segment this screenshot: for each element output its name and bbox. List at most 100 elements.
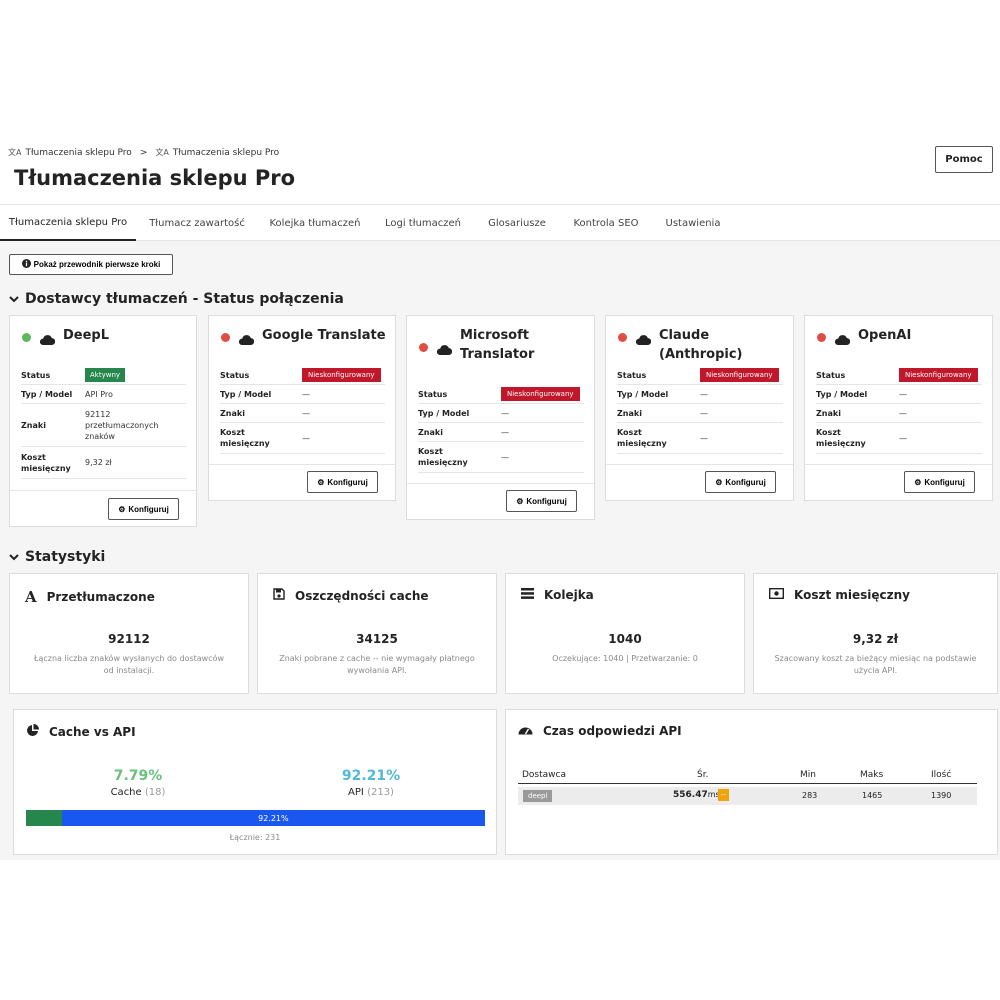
translate-icon: 文A	[8, 148, 22, 157]
tab-dashboard[interactable]: Tłumaczenia sklepu Pro	[0, 205, 136, 241]
label-model: Typ / Model	[418, 408, 470, 418]
provider-header: Claude (Anthropic)	[618, 326, 785, 364]
breadcrumb-item[interactable]: Tłumaczenia sklepu Pro	[25, 148, 131, 158]
stat-header: Koszt miesięczny	[768, 587, 910, 602]
provider-footer: ⚙ Konfiguruj	[10, 490, 196, 526]
cache-summary: 7.79% Cache (18)	[78, 768, 198, 798]
label-chars: Znaki	[816, 408, 841, 418]
configure-button[interactable]: ⚙ Konfiguruj	[506, 490, 577, 512]
help-button[interactable]: Pomoc	[935, 146, 993, 173]
label-status: Status	[220, 370, 250, 380]
save-icon	[273, 588, 285, 603]
stat-title: Oszczędności cache	[295, 588, 429, 603]
count-value: 1390	[931, 791, 952, 800]
label-cost: Koszt miesięczny	[816, 428, 866, 448]
cache-vs-api-card: Cache vs API 7.79% Cache (18) 92.21% API…	[13, 709, 497, 855]
response-time-card: Czas odpowiedzi API Dostawca Śr. Min Mak…	[505, 709, 998, 855]
tab-bar: Tłumaczenia sklepu Pro Tłumacz zawartość…	[0, 204, 1000, 241]
label-chars: Znaki	[21, 420, 46, 430]
provider-name: Microsoft Translator	[460, 328, 535, 362]
cloud-icon	[39, 330, 56, 349]
breadcrumb: 文A Tłumaczenia sklepu Pro > 文A Tłumaczen…	[8, 147, 279, 158]
chevron-down-icon	[9, 549, 19, 565]
stat-value: 92112	[108, 632, 150, 646]
stat-description: Znaki pobrane z cache -- nie wymagały pł…	[279, 654, 475, 675]
stats-section-header[interactable]: Statystyki	[9, 549, 105, 565]
card-title: Cache vs API	[49, 725, 136, 739]
chars-value: —	[501, 427, 509, 437]
stat-title: Kolejka	[544, 588, 594, 602]
chars-value: 92112 przetłumaczonych znaków	[85, 409, 159, 441]
stat-card-translated: A Przetłumaczone 92112 Łączna liczba zna…	[9, 573, 249, 694]
chevron-down-icon	[9, 291, 19, 307]
cost-value: —	[899, 433, 907, 443]
card-title: Czas odpowiedzi API	[543, 724, 682, 738]
cache-count: (18)	[144, 787, 166, 798]
col-provider: Dostawca	[522, 770, 566, 780]
provider-details: Status Nieskonfigurowany Typ / Model — Z…	[220, 366, 385, 454]
label-status: Status	[418, 389, 448, 399]
model-value: API Pro	[85, 389, 113, 399]
pie-chart-icon	[26, 724, 39, 740]
providers-section-header[interactable]: Dostawcy tłumaczeń - Status połączenia	[9, 291, 344, 307]
cost-value: —	[302, 433, 310, 443]
provider-badge: deepl	[523, 790, 553, 802]
tab-glossaries[interactable]: Glosariusze	[478, 205, 556, 241]
min-value: 283	[802, 791, 818, 800]
provider-name: DeepL	[63, 328, 110, 343]
model-value: —	[302, 389, 310, 399]
card-header: Czas odpowiedzi API	[518, 724, 682, 738]
gear-icon: ⚙	[914, 477, 922, 487]
breadcrumb-item[interactable]: Tłumaczenia sklepu Pro	[173, 148, 279, 158]
row-chars: Znaki —	[220, 404, 385, 423]
cost-value: 9,32 zł	[85, 458, 112, 467]
row-model: Typ / Model —	[220, 385, 385, 404]
provider-footer: ⚙ Konfiguruj	[209, 464, 395, 500]
provider-name: Claude (Anthropic)	[659, 328, 743, 362]
label-cost: Koszt miesięczny	[418, 447, 468, 467]
provider-footer: ⚙ Konfiguruj	[805, 464, 992, 500]
cloud-icon	[834, 330, 851, 349]
table-row: deepl 556.47ms -- 283 1465 1390	[518, 787, 977, 805]
status-dot	[618, 333, 627, 342]
row-cost: Koszt miesięczny —	[617, 423, 783, 454]
stat-header: Kolejka	[521, 588, 594, 602]
configure-button[interactable]: ⚙ Konfiguruj	[108, 498, 179, 520]
stat-description: Szacowany koszt za bieżący miesiąc na po…	[774, 654, 977, 675]
configure-button[interactable]: ⚙ Konfiguruj	[705, 471, 776, 493]
guide-button-label: Pokaż przewodnik pierwsze kroki	[33, 260, 161, 269]
tab-logs[interactable]: Logi tłumaczeń	[378, 205, 468, 241]
col-count: Ilość	[931, 770, 952, 780]
provider-header: Google Translate	[221, 326, 387, 349]
tab-settings[interactable]: Ustawienia	[656, 205, 730, 241]
cost-value: —	[501, 452, 509, 462]
row-model: Typ / Model —	[617, 385, 783, 404]
guide-button[interactable]: Pokaż przewodnik pierwsze kroki	[9, 254, 173, 275]
gear-icon: ⚙	[118, 504, 126, 514]
status-badge: Nieskonfigurowany	[700, 368, 779, 382]
configure-button[interactable]: ⚙ Konfiguruj	[904, 471, 975, 493]
label-model: Typ / Model	[220, 389, 272, 399]
row-chars: Znaki —	[418, 423, 584, 442]
tab-translate-content[interactable]: Tłumacz zawartość	[140, 205, 254, 241]
provider-card-claude: Claude (Anthropic) Status Nieskonfigurow…	[605, 315, 794, 501]
provider-card-openai: OpenAI Status Nieskonfigurowany Typ / Mo…	[804, 315, 993, 501]
row-status: Status Nieskonfigurowany	[220, 366, 385, 385]
provider-card-deepl: DeepL Status Aktywny Typ / Model API Pro…	[9, 315, 197, 527]
tab-seo[interactable]: Kontrola SEO	[566, 205, 646, 241]
section-title: Dostawcy tłumaczeń - Status połączenia	[25, 291, 344, 307]
label-status: Status	[816, 370, 846, 380]
main-content: Pokaż przewodnik pierwsze kroki Dostawcy…	[0, 241, 1000, 860]
configure-button[interactable]: ⚙ Konfiguruj	[307, 471, 378, 493]
row-model: Typ / Model —	[816, 385, 982, 404]
api-label: API	[348, 787, 364, 798]
provider-details: Status Nieskonfigurowany Typ / Model — Z…	[816, 366, 982, 454]
tab-queue[interactable]: Kolejka tłumaczeń	[262, 205, 368, 241]
stat-description: Łączna liczba znaków wysłanych do dostaw…	[33, 654, 225, 675]
api-bar-segment: 92.21%	[258, 813, 289, 823]
api-percentage: 92.21%	[341, 768, 401, 784]
provider-details: Status Nieskonfigurowany Typ / Model — Z…	[418, 385, 584, 473]
list-icon	[521, 588, 534, 602]
stat-value: 1040	[608, 632, 642, 646]
status-dot	[419, 343, 428, 352]
